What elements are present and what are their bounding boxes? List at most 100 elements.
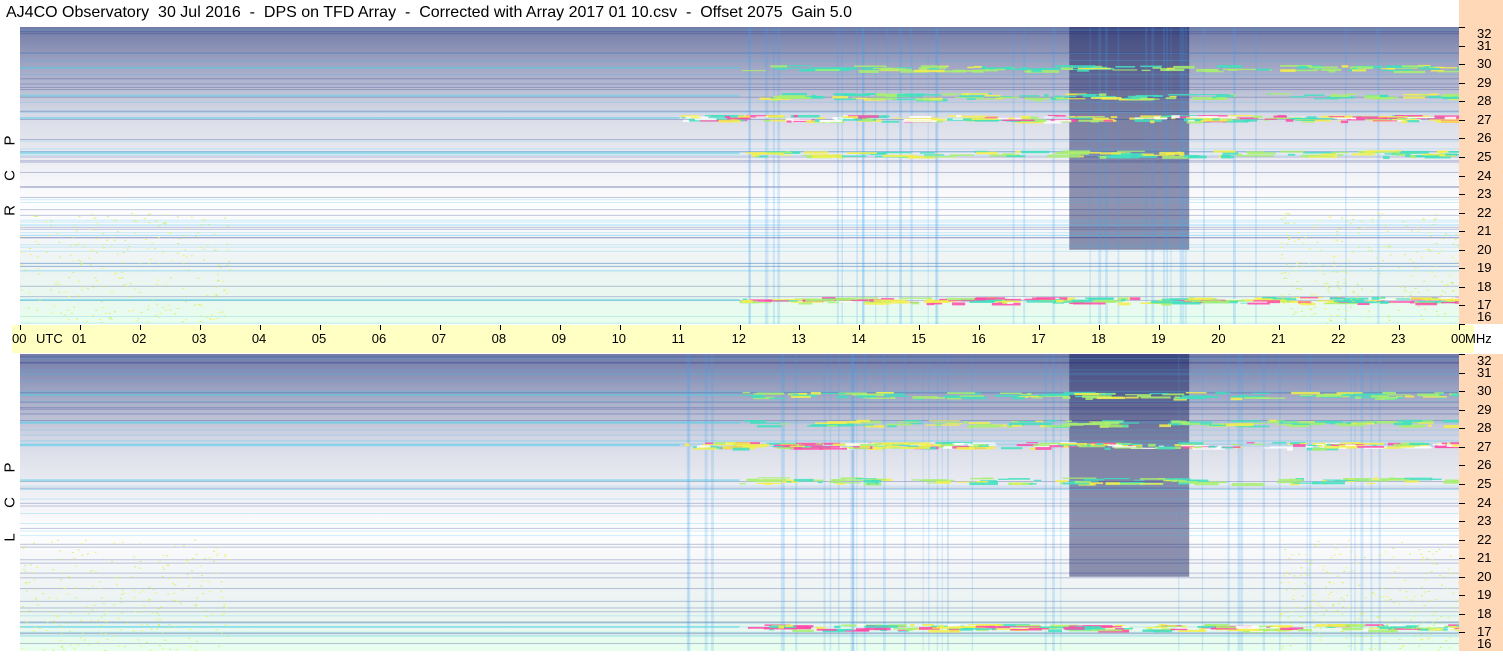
lcp-band-segment — [1008, 626, 1042, 628]
lcp-vertical-streak — [1060, 354, 1062, 651]
lcp-speckle — [198, 607, 201, 609]
lcp-speckle — [1383, 642, 1386, 644]
rcp-band-segment — [1082, 94, 1096, 98]
lcp-texture-line — [20, 546, 1459, 548]
lcp-band-segment — [1258, 625, 1273, 628]
lcp-speckle — [90, 570, 93, 572]
mhz-tick-mark — [1459, 101, 1465, 103]
rcp-band-segment — [1393, 70, 1426, 74]
rcp-speckle — [88, 228, 91, 230]
lcp-band-segment — [1317, 393, 1337, 397]
rcp-band-segment — [1026, 300, 1057, 303]
rcp-texture-line — [20, 112, 1459, 114]
rcp-band-segment — [1159, 151, 1185, 155]
lcp-speckle — [138, 591, 141, 593]
rcp-speckle — [94, 229, 97, 231]
rcp-speckle — [1416, 270, 1419, 272]
rcp-band-early — [20, 298, 740, 301]
lcp-band-segment — [1063, 445, 1069, 448]
lcp-vertical-streak — [1306, 354, 1308, 651]
lcp-speckle — [54, 622, 57, 624]
rcp-band-segment — [812, 155, 842, 158]
rcp-texture-line — [20, 74, 1459, 76]
rcp-band-segment — [1008, 117, 1015, 120]
lcp-texture-line — [20, 588, 1459, 590]
lcp-band-segment — [976, 480, 988, 483]
mhz-tick-mark — [1459, 156, 1465, 158]
rcp-band-segment — [909, 115, 932, 119]
utc-tick-mark — [20, 325, 21, 330]
lcp-speckle — [1300, 616, 1303, 618]
lcp-speckle — [1424, 591, 1427, 593]
lcp-speckle — [1341, 582, 1344, 584]
rcp-speckle — [1323, 283, 1326, 285]
lcp-speckle — [1398, 638, 1401, 640]
rcp-band-segment — [873, 299, 906, 302]
mhz-tick-label: 31 — [1477, 364, 1492, 380]
rcp-speckle — [216, 317, 219, 319]
rcp-band-segment — [893, 117, 902, 119]
rcp-speckle — [51, 312, 54, 314]
lcp-band-segment — [910, 623, 915, 627]
lcp-speckle — [1320, 605, 1323, 607]
lcp-speckle — [54, 614, 57, 616]
lcp-speckle — [1449, 637, 1452, 639]
lcp-speckle — [1422, 559, 1425, 561]
rcp-speckle — [1343, 282, 1346, 284]
lcp-band-segment — [1065, 420, 1072, 423]
lcp-speckle — [1290, 611, 1293, 613]
rcp-speckle — [1295, 288, 1298, 290]
rcp-band-segment — [1430, 70, 1445, 72]
lcp-band-segment — [772, 446, 784, 448]
mhz-tick-label: 16 — [1477, 309, 1492, 324]
rcp-band-segment — [779, 154, 793, 156]
rcp-speckle — [207, 224, 210, 226]
lcp-speckle — [1428, 550, 1431, 552]
lcp-speckle — [143, 605, 146, 607]
lcp-band-segment — [1136, 395, 1151, 398]
rcp-speckle — [1283, 217, 1286, 219]
lcp-band-segment — [1334, 443, 1341, 445]
lcp-band-segment — [1174, 396, 1181, 398]
lcp-band-segment — [863, 479, 882, 483]
rcp-speckle — [1434, 218, 1437, 220]
utc-tick-mark — [1219, 325, 1221, 330]
rcp-band-segment — [1069, 153, 1089, 155]
lcp-speckle — [1350, 570, 1353, 572]
rcp-band-segment — [1369, 150, 1402, 152]
lcp-texture-line — [20, 380, 1459, 382]
lcp-speckle — [205, 615, 208, 617]
lcp-speckle — [23, 545, 26, 547]
rcp-band-segment — [1188, 297, 1202, 300]
rcp-speckle — [102, 244, 105, 246]
utc-tick-mark — [1039, 325, 1041, 330]
lcp-speckle — [80, 543, 83, 545]
rcp-band-segment — [1002, 119, 1035, 122]
rcp-speckle — [116, 231, 119, 233]
utc-time-axis: 00 01 02 03 04 05 06 07 08 09 10 11 12 13 14 15 16 17 18 19… — [12, 325, 1492, 353]
rcp-speckle — [128, 245, 131, 247]
lcp-band-segment — [1252, 392, 1271, 394]
rcp-speckle — [1400, 286, 1403, 288]
mhz-tick-label: 23 — [1477, 186, 1492, 202]
rcp-band-segment — [1062, 150, 1091, 153]
utc-tick-mark — [379, 325, 381, 330]
rcp-band-segment — [952, 302, 966, 306]
rcp-texture-line — [20, 315, 1459, 317]
rcp-band-segment — [959, 95, 985, 98]
rcp-texture-line — [20, 33, 1459, 35]
rcp-vertical-shading — [20, 27, 1459, 324]
mhz-tick-mark — [1459, 354, 1465, 355]
lcp-speckle — [96, 619, 99, 621]
lcp-band-segment — [975, 625, 995, 628]
lcp-band-segment — [1035, 420, 1043, 423]
rcp-band-segment — [1047, 114, 1059, 116]
rcp-speckle — [1367, 310, 1370, 312]
mhz-tick-label: 26 — [1477, 457, 1492, 473]
lcp-band-segment — [780, 423, 789, 425]
rcp-band-segment — [914, 69, 945, 73]
rcp-speckle — [182, 288, 185, 290]
rcp-speckle — [102, 286, 105, 288]
rcp-speckle — [1405, 290, 1408, 292]
rcp-speckle — [1315, 280, 1318, 282]
